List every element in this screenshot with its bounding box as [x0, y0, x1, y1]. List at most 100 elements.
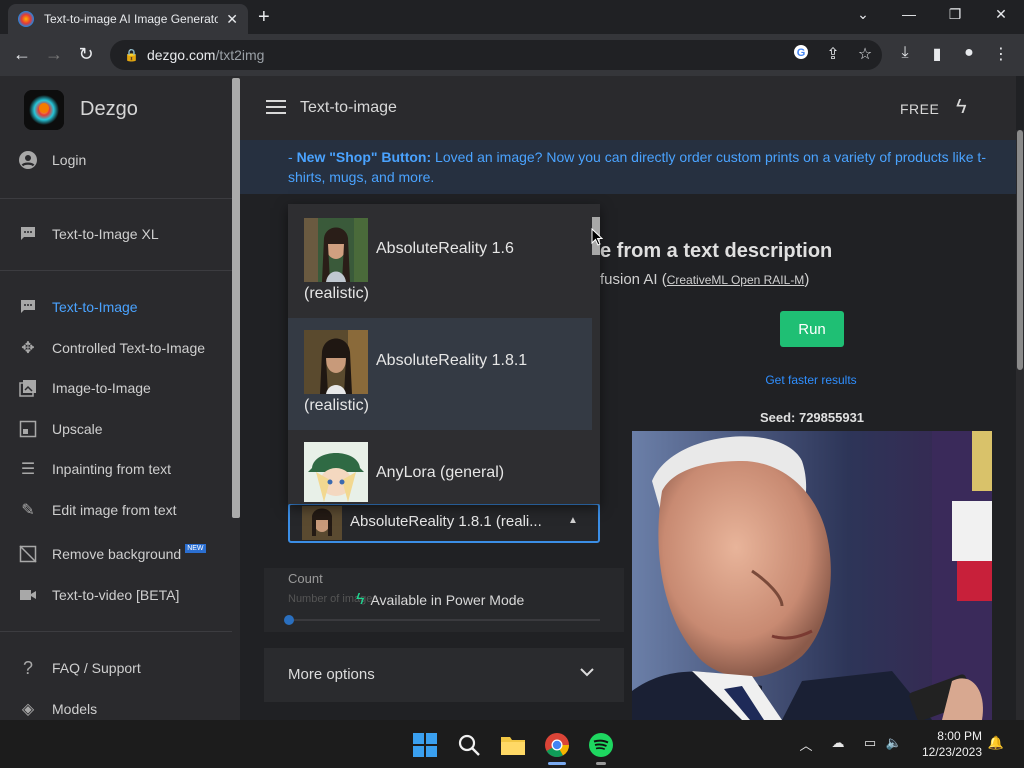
- chat-bubble-icon: [16, 297, 40, 317]
- tab-title: Text-to-image AI Image Generator: [44, 12, 219, 26]
- reload-icon[interactable]: ↻: [74, 44, 98, 65]
- sidebar-item-label: Controlled Text-to-Image: [52, 340, 206, 356]
- lightning-icon: ϟ: [356, 591, 365, 608]
- sidebar-item-label: Inpainting from text: [52, 461, 172, 477]
- lock-icon: 🔒: [124, 48, 139, 62]
- images-icon: [16, 378, 40, 398]
- chrome-icon[interactable]: [544, 732, 570, 758]
- count-slider-handle[interactable]: [284, 615, 294, 625]
- dezgo-logo-icon[interactable]: [24, 90, 64, 130]
- power-mode-text: Available in Power Mode: [370, 592, 525, 608]
- sidebar-divider: [0, 270, 232, 271]
- model-option-line1: AbsoluteReality 1.6: [376, 240, 514, 257]
- upscale-frame-icon: [16, 419, 40, 439]
- faster-results-link[interactable]: Get faster results: [740, 373, 882, 387]
- hamburger-menu-icon[interactable]: [266, 100, 286, 116]
- brand-name[interactable]: Dezgo: [80, 98, 138, 121]
- page-subheadline: fusion AI (CreativeML Open RAIL-M): [600, 271, 810, 288]
- edit-lines-icon: ✎: [21, 502, 35, 519]
- model-thumbnail: [304, 330, 368, 394]
- page-headline: e from a text description: [600, 240, 833, 262]
- sidebar-divider: [0, 198, 232, 199]
- clock-time: 8:00 PM: [937, 729, 982, 743]
- share-icon[interactable]: ⇪: [822, 44, 844, 64]
- image-off-icon: [16, 544, 40, 564]
- page-title: Text-to-image: [300, 99, 397, 116]
- dezgo-favicon-icon: [18, 11, 34, 27]
- sidebar-scrollbar[interactable]: [232, 78, 240, 518]
- sidebar-item-login[interactable]: Login: [16, 148, 86, 172]
- spotify-icon[interactable]: [588, 732, 614, 758]
- count-slider[interactable]: [288, 619, 600, 621]
- sidebar-item-image-to-image[interactable]: Image-to-Image: [16, 376, 151, 400]
- download-icon[interactable]: ⤓: [894, 44, 916, 62]
- lightning-icon[interactable]: ϟ: [956, 96, 967, 119]
- sidebar-item-text-to-video[interactable]: Text-to-video [BETA]: [16, 583, 179, 607]
- chat-bubble-icon: [16, 224, 40, 244]
- svg-text:G: G: [797, 47, 806, 59]
- caret-up-icon[interactable]: ▲: [568, 515, 578, 526]
- restore-icon[interactable]: ❐: [945, 6, 965, 23]
- tray-chevron-up-icon[interactable]: ︿: [796, 735, 816, 754]
- generated-image[interactable]: [632, 431, 992, 720]
- taskbar-clock[interactable]: 8:00 PM 12/23/2023: [918, 728, 982, 760]
- side-panel-icon[interactable]: ▮: [926, 44, 948, 64]
- plan-label[interactable]: FREE: [900, 101, 939, 117]
- minimize-icon[interactable]: —: [899, 6, 919, 22]
- sidebar-item-remove-background[interactable]: Remove background NEW: [16, 542, 206, 566]
- url-host: dezgo.com: [146, 47, 216, 63]
- model-thumbnail: [304, 218, 368, 282]
- windows-start-icon[interactable]: [412, 732, 438, 758]
- sidebar-item-text-to-image-xl[interactable]: Text-to-Image XL: [16, 222, 159, 246]
- model-option-line1: AnyLora (general): [376, 464, 505, 481]
- profile-icon[interactable]: ●: [958, 44, 980, 62]
- sidebar-item-upscale[interactable]: Upscale: [16, 417, 103, 441]
- model-option-line1: AbsoluteReality 1.8.1: [376, 352, 528, 369]
- volume-icon[interactable]: 🔈: [884, 735, 904, 751]
- display-icon[interactable]: ▭: [860, 735, 880, 751]
- close-window-icon[interactable]: ✕: [991, 6, 1011, 23]
- move-arrows-icon: ✥: [21, 340, 35, 357]
- sidebar-item-label: Text-to-Image XL: [52, 226, 159, 242]
- address-bar[interactable]: 🔒 dezgo.com/txt2img: [110, 40, 882, 70]
- sidebar-item-label: Edit image from text: [52, 502, 177, 518]
- sidebar-item-label: FAQ / Support: [52, 660, 141, 676]
- search-icon[interactable]: [456, 732, 482, 758]
- browser-tab[interactable]: Text-to-image AI Image Generator ✕: [8, 4, 248, 34]
- count-label: Count: [288, 571, 323, 586]
- run-button[interactable]: Run: [780, 311, 844, 347]
- license-link[interactable]: CreativeML Open RAIL-M: [667, 273, 805, 287]
- sidebar-item-controlled-text-to-image[interactable]: ✥ Controlled Text-to-Image: [16, 336, 205, 360]
- cloud-off-icon[interactable]: ☁: [828, 735, 848, 751]
- new-tab-icon[interactable]: +: [258, 6, 270, 29]
- google-icon[interactable]: G: [790, 44, 812, 65]
- back-icon[interactable]: ←: [10, 44, 34, 65]
- chevron-down-icon[interactable]: [580, 664, 594, 680]
- tab-search-chevron-icon[interactable]: ⌄: [853, 6, 873, 23]
- close-tab-icon[interactable]: ✕: [226, 11, 238, 28]
- main-scrollbar-thumb[interactable]: [1017, 130, 1023, 370]
- running-app-indicator: [596, 762, 606, 765]
- menu-kebab-icon[interactable]: ⋮: [990, 44, 1012, 64]
- sidebar-item-models[interactable]: ◈ Models: [16, 697, 97, 721]
- sidebar-item-label: Remove background: [52, 546, 182, 562]
- sidebar-item-inpainting[interactable]: ☰ Inpainting from text: [16, 457, 171, 481]
- more-options-label: More options: [288, 666, 375, 683]
- forward-icon[interactable]: →: [42, 44, 66, 65]
- text-lines-icon: ☰: [20, 461, 36, 478]
- explore-icon: ◈: [21, 701, 35, 718]
- sidebar-item-text-to-image[interactable]: Text-to-Image: [16, 295, 138, 319]
- bookmark-star-icon[interactable]: ☆: [854, 44, 876, 64]
- sidebar-item-label: Image-to-Image: [52, 380, 151, 396]
- sidebar-item-label: Login: [52, 152, 87, 168]
- sidebar-item-edit-image[interactable]: ✎ Edit image from text: [16, 498, 177, 522]
- sidebar-item-label: Upscale: [52, 421, 103, 437]
- new-badge: NEW: [185, 543, 206, 553]
- question-icon: ?: [22, 657, 33, 678]
- file-explorer-icon[interactable]: [500, 732, 526, 758]
- mouse-cursor-icon: [591, 227, 604, 251]
- seed-label: Seed: 729855931: [759, 410, 865, 425]
- sidebar-item-faq-support[interactable]: ? FAQ / Support: [16, 656, 141, 680]
- sidebar-item-label: Text-to-Image: [52, 299, 138, 315]
- notification-bell-icon[interactable]: 🔔: [986, 735, 1006, 751]
